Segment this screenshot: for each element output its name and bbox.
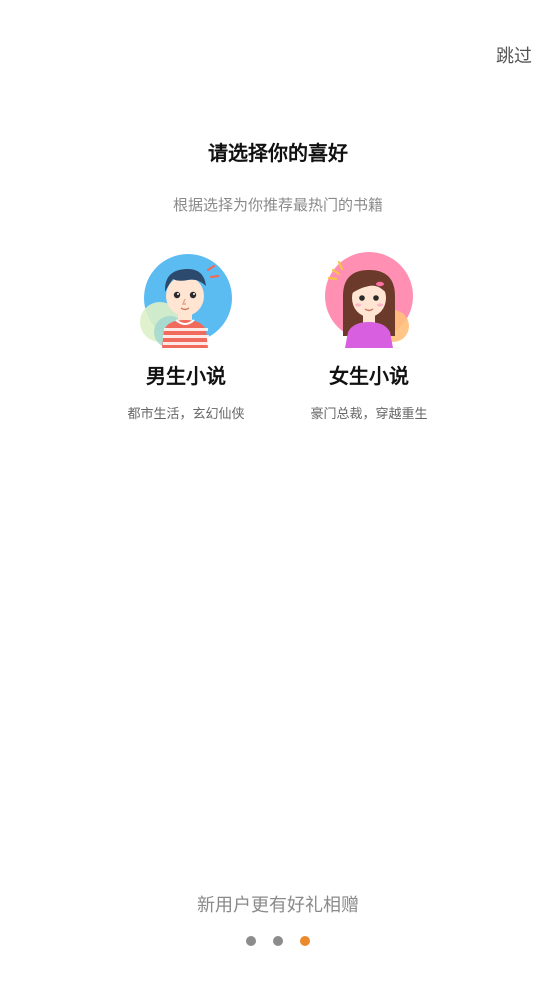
page-dot[interactable] (300, 936, 310, 946)
page-dot[interactable] (273, 936, 283, 946)
page-title: 请选择你的喜好 (208, 141, 348, 165)
female-novel-option[interactable]: 女生小说 豪门总裁，穿越重生 (279, 252, 459, 422)
page-indicator (0, 936, 556, 946)
page-dot[interactable] (246, 936, 256, 946)
girl-avatar-icon (325, 252, 413, 348)
female-novel-title: 女生小说 (329, 364, 409, 388)
page-subtitle: 根据选择为你推荐最热门的书籍 (172, 196, 383, 214)
male-novel-option[interactable]: 男生小说 都市生活，玄幻仙侠 (96, 252, 276, 422)
skip-button[interactable]: 跳过 (496, 42, 532, 68)
boy-avatar-icon (140, 254, 232, 348)
male-novel-title: 男生小说 (146, 364, 226, 388)
female-novel-description: 豪门总裁，穿越重生 (310, 407, 428, 422)
new-user-promo: 新用户更有好礼相赠 (197, 895, 359, 916)
male-novel-description: 都市生活，玄幻仙侠 (127, 407, 245, 422)
